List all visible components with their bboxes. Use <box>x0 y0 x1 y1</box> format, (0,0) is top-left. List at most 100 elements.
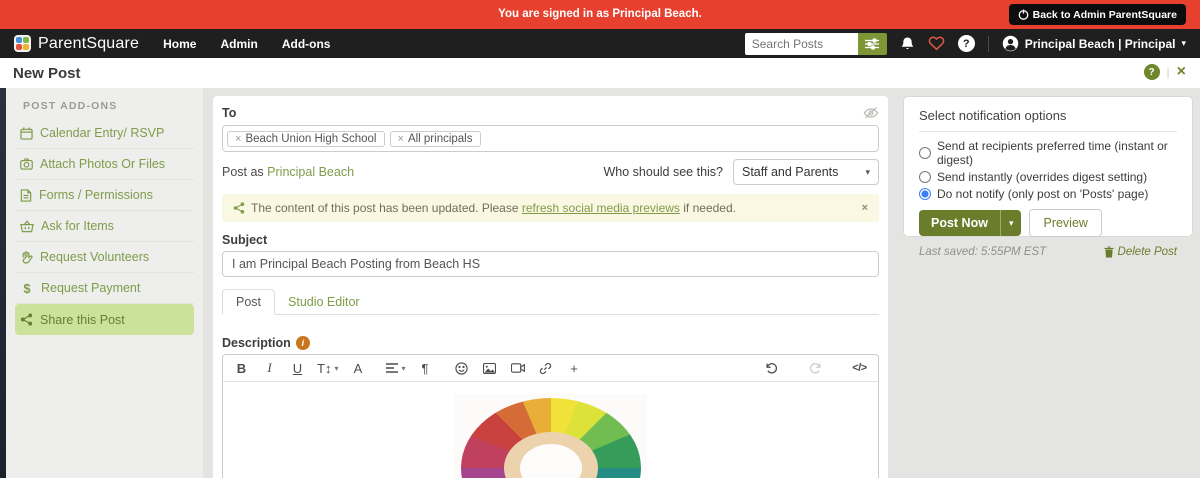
image-icon <box>483 362 497 374</box>
preview-button[interactable]: Preview <box>1029 209 1102 237</box>
delete-post-button[interactable]: Delete Post <box>1104 246 1177 258</box>
page-title: New Post <box>13 65 81 82</box>
radio-input[interactable] <box>919 188 931 200</box>
emoji-icon <box>455 361 469 375</box>
post-as-user-link[interactable]: Principal Beach <box>267 165 354 179</box>
bold-button[interactable]: B <box>233 358 250 378</box>
sidebar-item-label: Request Payment <box>41 281 141 295</box>
help-icon[interactable]: ? <box>957 35 975 52</box>
text-color-button[interactable]: A <box>349 358 366 378</box>
sidebar-item-share-this-post[interactable]: Share this Post <box>15 304 194 335</box>
paragraph-format-button[interactable]: ¶ <box>416 358 433 378</box>
remove-chip-icon[interactable]: × <box>235 133 241 145</box>
recipient-chip-label: All principals <box>407 132 473 145</box>
search-input[interactable] <box>744 32 858 55</box>
emoji-button[interactable] <box>453 358 470 378</box>
recipients-input[interactable]: × Beach Union High School × All principa… <box>222 125 879 152</box>
brand-logo-group[interactable]: ParentSquare <box>14 35 139 53</box>
radio-label[interactable]: Send instantly (overrides digest setting… <box>937 170 1147 184</box>
chevron-down-icon: ▾ <box>865 166 870 177</box>
page-help-icon[interactable]: ? <box>1143 64 1160 80</box>
recipient-chip-label: Beach Union High School <box>245 132 377 145</box>
nav-link-addons[interactable]: Add-ons <box>282 37 331 51</box>
radio-input[interactable] <box>919 147 931 159</box>
insert-video-button[interactable] <box>509 358 526 378</box>
social-preview-notice: The content of this post has been update… <box>222 194 879 222</box>
nav-links: Home Admin Add-ons <box>163 37 330 51</box>
sidebar-item-calendar-rsvp[interactable]: Calendar Entry/ RSVP <box>15 118 194 149</box>
refresh-previews-link[interactable]: refresh social media previews <box>522 201 680 215</box>
recipient-chip: × All principals <box>389 130 481 147</box>
undo-button[interactable] <box>763 358 780 378</box>
brand-name: ParentSquare <box>38 34 140 52</box>
to-label: To <box>222 106 237 120</box>
font-size-button[interactable]: T↕ ▾ <box>317 358 338 378</box>
redo-button[interactable] <box>807 358 824 378</box>
radio-label[interactable]: Do not notify (only post on 'Posts' page… <box>937 187 1148 201</box>
underline-button[interactable]: U <box>289 358 306 378</box>
notification-options: Send at recipients preferred time (insta… <box>919 139 1177 201</box>
insert-image-button[interactable] <box>481 358 498 378</box>
video-icon <box>510 363 525 373</box>
sidebar-item-label: Forms / Permissions <box>39 188 153 202</box>
italic-button[interactable]: I <box>261 358 278 378</box>
radio-option-do-not-notify[interactable]: Do not notify (only post on 'Posts' page… <box>919 187 1177 201</box>
radio-input[interactable] <box>919 171 931 183</box>
recipient-chip: × Beach Union High School <box>227 130 385 147</box>
sidebar-item-label: Attach Photos Or Files <box>40 157 166 171</box>
sidebar-item-request-volunteers[interactable]: Request Volunteers <box>15 242 194 273</box>
back-to-admin-button[interactable]: Back to Admin ParentSquare <box>1008 4 1186 25</box>
sidebar-item-label: Calendar Entry/ RSVP <box>40 126 165 140</box>
tab-studio-editor[interactable]: Studio Editor <box>275 290 373 314</box>
avatar-icon <box>1002 35 1018 52</box>
undo-icon <box>766 363 778 374</box>
subject-input[interactable] <box>222 251 879 277</box>
radio-option-send-instantly[interactable]: Send instantly (overrides digest setting… <box>919 170 1177 184</box>
close-icon[interactable]: × <box>1177 64 1186 80</box>
rich-text-editor: B I U T↕ ▾ A ▾ ¶ + </> <box>222 354 879 478</box>
top-navbar: ParentSquare Home Admin Add-ons Search P… <box>0 29 1200 58</box>
sidebar-header: POST ADD-ONS <box>23 100 118 112</box>
nav-link-admin[interactable]: Admin <box>220 37 257 51</box>
description-label: Description <box>222 336 291 350</box>
post-now-button[interactable]: Post Now <box>919 210 1000 236</box>
sidebar-item-label: Ask for Items <box>41 219 114 233</box>
subject-label: Subject <box>222 233 268 247</box>
remove-chip-icon[interactable]: × <box>398 133 404 145</box>
sidebar-item-ask-for-items[interactable]: Ask for Items <box>15 211 194 242</box>
dismiss-notice-icon[interactable]: × <box>862 202 868 214</box>
insert-more-button[interactable]: + <box>565 358 582 378</box>
radio-option-preferred-time[interactable]: Send at recipients preferred time (insta… <box>919 139 1177 167</box>
wishlist-heart-icon[interactable] <box>928 36 945 51</box>
content-region: POST ADD-ONS Calendar Entry/ RSVP Attach… <box>0 88 1200 478</box>
page-header: New Post ? | × <box>0 58 1200 88</box>
sidebar-item-request-payment[interactable]: $ Request Payment <box>15 273 194 304</box>
code-view-button[interactable]: </> <box>851 358 868 378</box>
compose-card: To × Beach Union High School × All princ… <box>213 96 888 478</box>
user-menu[interactable]: Principal Beach | Principal ▾ <box>1002 35 1186 52</box>
post-as-text: Post as Principal Beach <box>222 165 355 179</box>
trash-icon <box>1104 246 1114 258</box>
insert-link-button[interactable] <box>537 358 554 378</box>
sidebar-item-attach-photos[interactable]: Attach Photos Or Files <box>15 149 194 180</box>
notice-text: The content of this post has been update… <box>251 201 736 215</box>
colored-pencils-image <box>454 394 647 478</box>
nav-link-home[interactable]: Home <box>163 37 196 51</box>
align-button[interactable]: ▾ <box>386 358 405 378</box>
post-addons-sidebar: POST ADD-ONS Calendar Entry/ RSVP Attach… <box>6 88 203 478</box>
editor-content[interactable] <box>223 382 878 478</box>
delete-post-label: Delete Post <box>1117 246 1177 258</box>
share-icon <box>233 202 245 214</box>
audience-select[interactable]: Staff and Parents ▾ <box>733 159 879 185</box>
tab-post[interactable]: Post <box>222 289 276 315</box>
sidebar-item-forms-permissions[interactable]: Forms / Permissions <box>15 180 194 211</box>
notifications-bell-icon[interactable] <box>900 36 915 52</box>
search-filter-button[interactable] <box>857 32 887 55</box>
post-now-dropdown-icon[interactable]: ▾ <box>999 210 1022 236</box>
nav-divider <box>987 35 989 52</box>
redo-icon <box>809 363 821 374</box>
info-icon[interactable]: i <box>295 336 310 350</box>
radio-label[interactable]: Send at recipients preferred time (insta… <box>937 139 1177 167</box>
align-left-icon <box>386 363 399 373</box>
eye-slash-icon[interactable] <box>863 106 879 120</box>
